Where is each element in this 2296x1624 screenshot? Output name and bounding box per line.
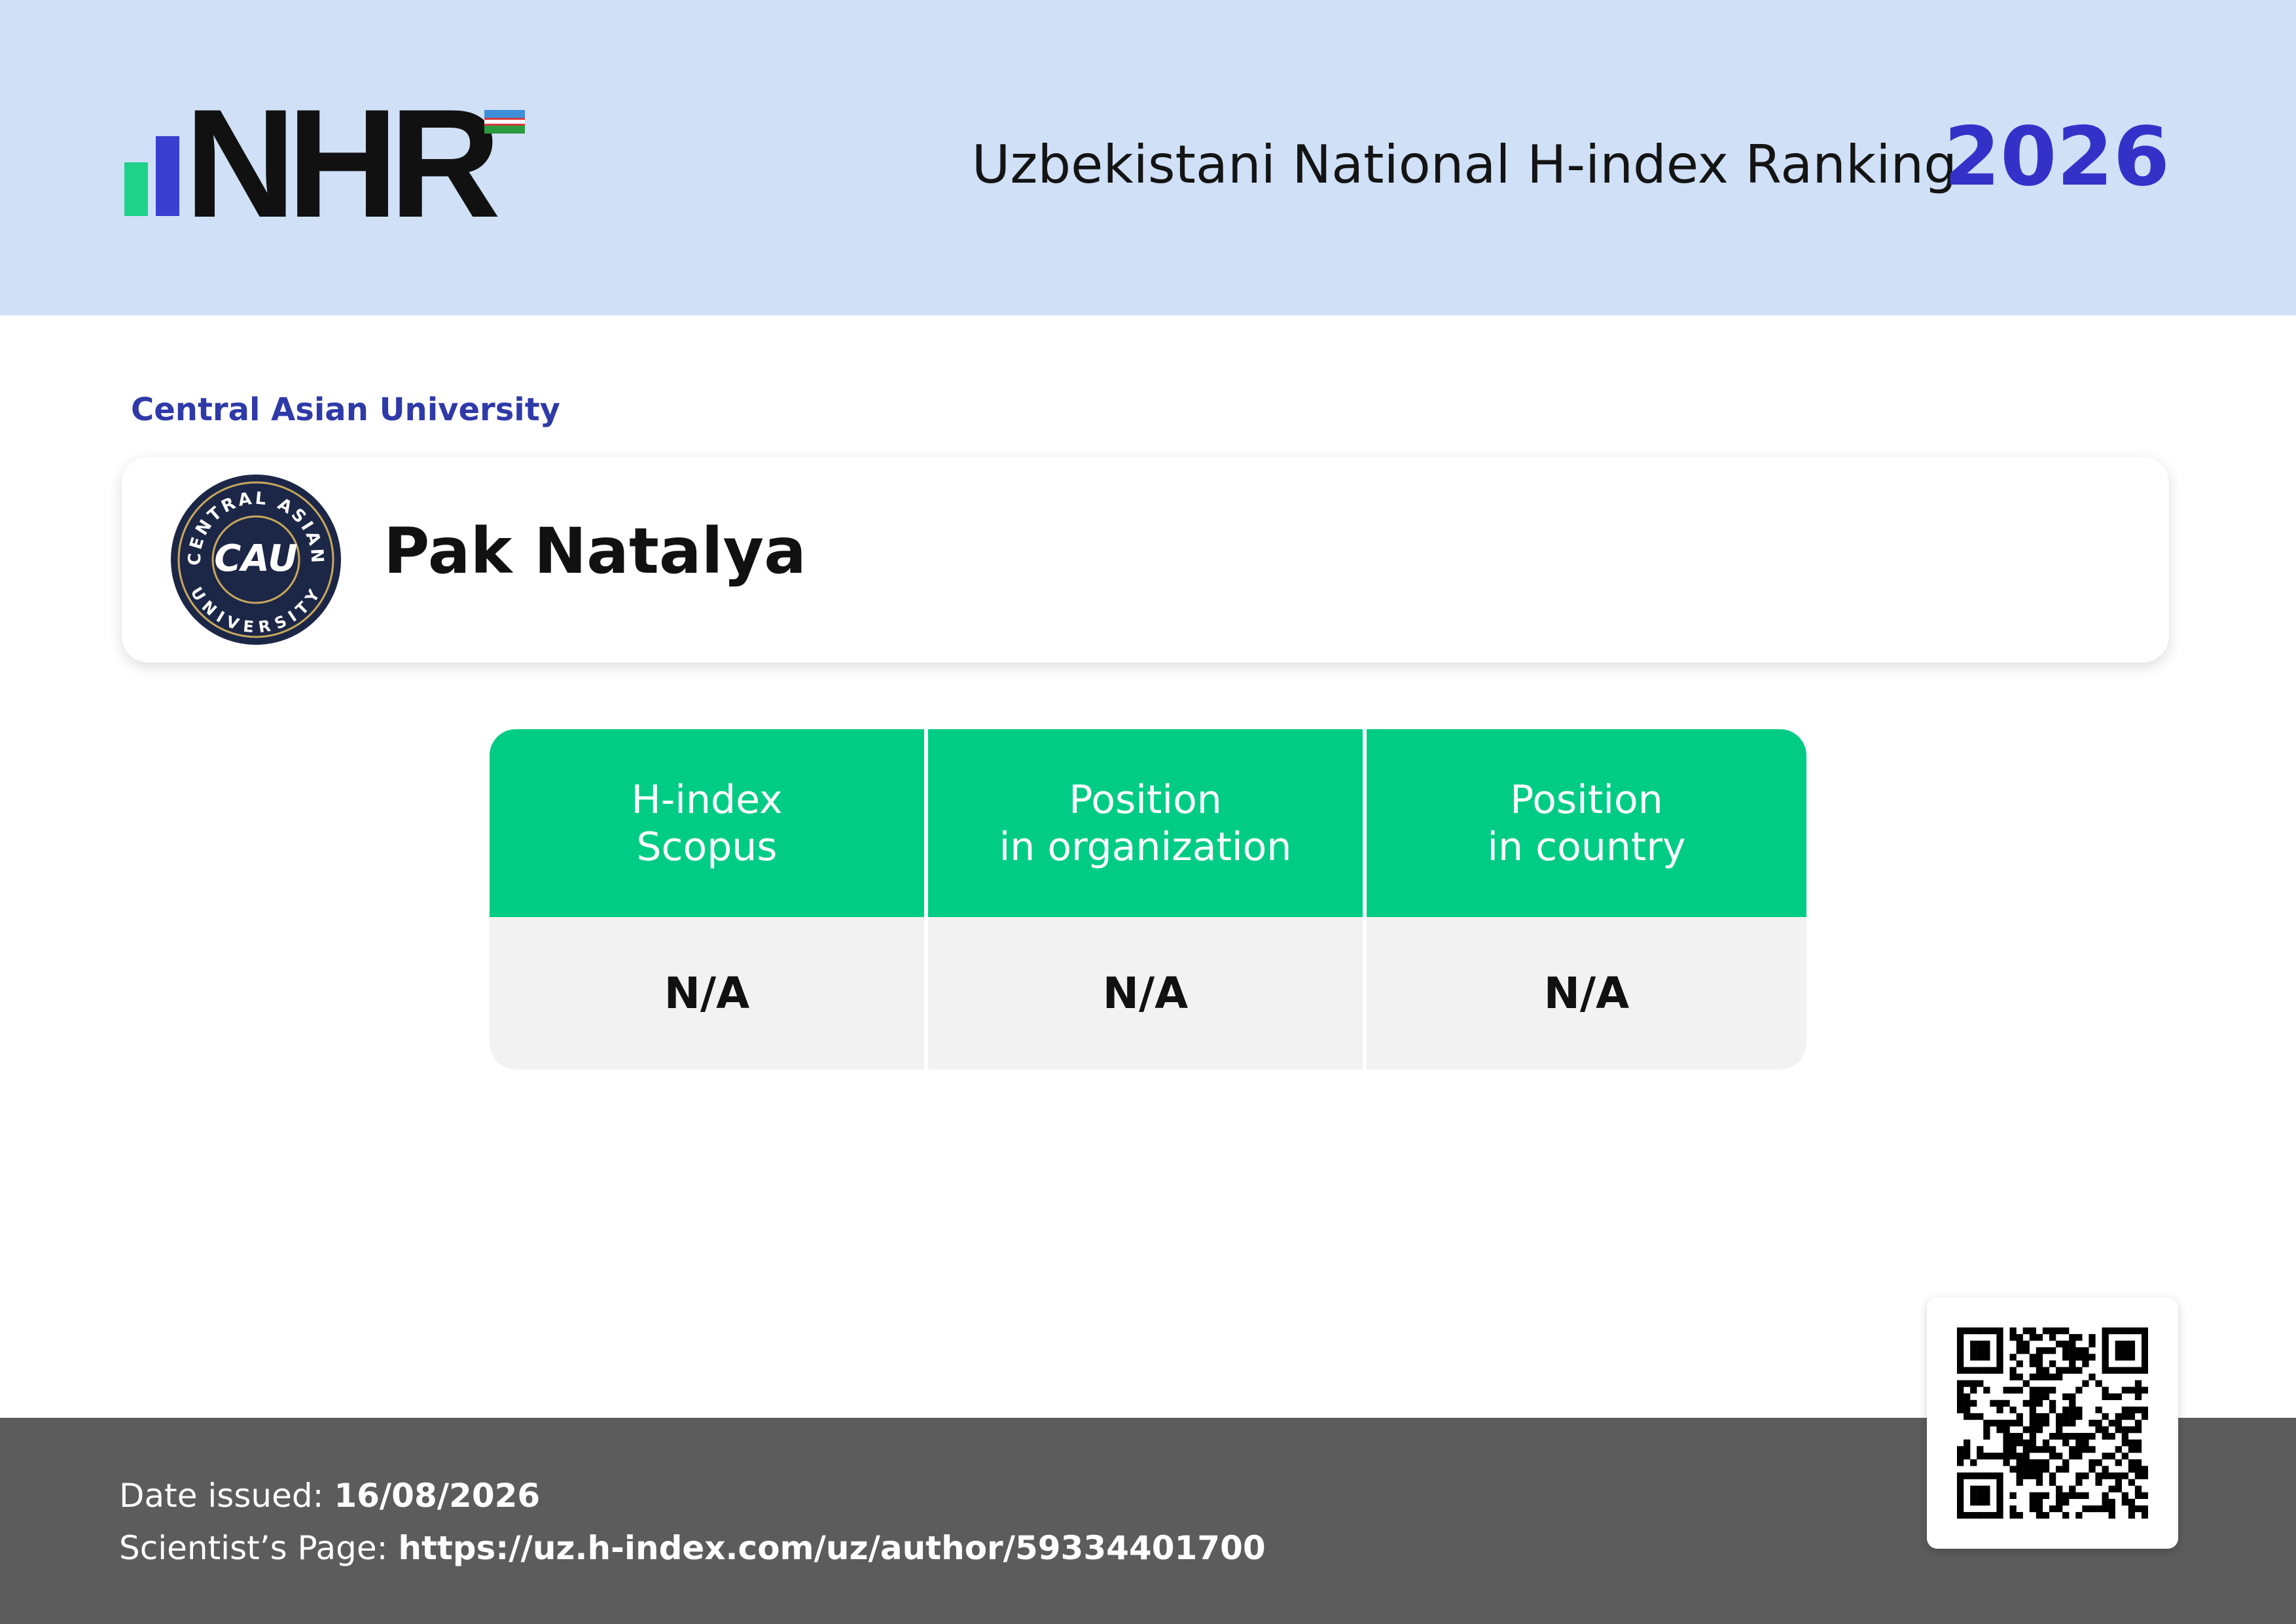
header-banner: NHR Uzbekistani National H-index Ranking… [0, 0, 2296, 316]
stats-table: H-index Scopus Position in organization Po… [490, 729, 1806, 1070]
value-h-index: N/A [490, 917, 928, 1070]
ranking-title: Uzbekistani National H-index Ranking [971, 134, 1957, 195]
person-card: CENTRAL ASIAN UNIVERSITY CAU Pak Natalya [122, 457, 2169, 662]
ranking-year: 2026 [1943, 110, 2170, 204]
logo-bar-blue [156, 136, 179, 216]
date-issued: Date issued: 16/08/2026 [119, 1477, 541, 1515]
value-position-country: N/A [1367, 917, 1806, 1070]
nhr-logo: NHR [124, 86, 537, 241]
uzbek-flag-icon [484, 110, 525, 134]
header-position-country: Position in country [1367, 729, 1806, 917]
date-value: 16/08/2026 [334, 1477, 541, 1515]
value-position-organization: N/A [928, 917, 1367, 1070]
logo-text: NHR [185, 77, 501, 250]
header-h-index: H-index Scopus [490, 729, 928, 917]
scientist-page-link[interactable]: https://uz.h-index.com/uz/author/5933440… [398, 1529, 1265, 1567]
logo-bar-green [124, 162, 148, 216]
qr-code[interactable] [1927, 1297, 2178, 1549]
organization-name: Central Asian University [131, 391, 560, 428]
scientist-name: Pak Natalya [384, 514, 806, 588]
university-logo-icon: CENTRAL ASIAN UNIVERSITY CAU [169, 473, 343, 647]
scientist-page: Scientist’s Page: https://uz.h-index.com… [119, 1529, 1266, 1567]
header-position-organization: Position in organization [928, 729, 1367, 917]
qr-code-icon [1957, 1327, 2148, 1519]
svg-text:CAU: CAU [214, 537, 297, 580]
